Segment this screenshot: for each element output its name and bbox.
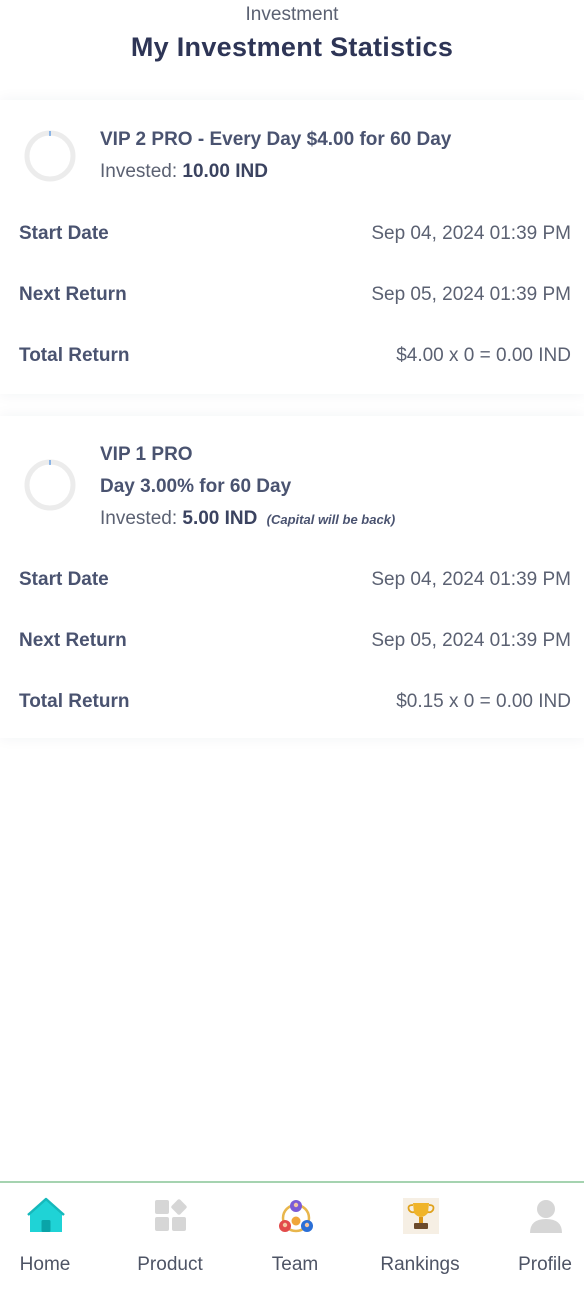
invested-info: Invested: 5.00 IND (Capital will be back…: [100, 508, 395, 530]
product-icon: [155, 1199, 187, 1231]
invested-amount: 10.00 IND: [182, 161, 268, 182]
nav-label: Product: [137, 1254, 203, 1275]
invested-label: Invested:: [100, 508, 178, 529]
page-header: Investment My Investment Statistics: [0, 0, 584, 100]
nav-team[interactable]: Team: [237, 1183, 353, 1289]
nav-label: Rankings: [380, 1254, 460, 1275]
team-icon: [279, 1200, 313, 1233]
trophy-icon: [403, 1198, 439, 1234]
total-return-label: Total Return: [19, 691, 130, 712]
nav-home[interactable]: Home: [0, 1183, 103, 1289]
progress-ring-icon: [24, 459, 76, 511]
page-subtitle: Investment: [245, 4, 339, 25]
plan-name: VIP 1 PRO: [100, 444, 193, 465]
start-date-value: Sep 04, 2024 01:39 PM: [371, 569, 571, 590]
capital-note: (Capital will be back): [266, 512, 396, 527]
invested-info: Invested: 10.00 IND: [100, 161, 268, 183]
investment-card: VIP 1 PRO Day 3.00% for 60 Day Invested:…: [0, 416, 584, 738]
investment-card: VIP 2 PRO - Every Day $4.00 for 60 Day I…: [0, 100, 584, 394]
nav-product[interactable]: Product: [112, 1183, 228, 1289]
invested-amount: 5.00 IND: [182, 508, 258, 529]
nav-label: Home: [19, 1254, 71, 1275]
home-icon: [27, 1197, 65, 1232]
start-date-label: Start Date: [19, 223, 109, 244]
progress-ring-icon: [24, 130, 76, 182]
start-date-label: Start Date: [19, 569, 109, 590]
nav-label: Profile: [518, 1254, 572, 1275]
page-title: My Investment Statistics: [130, 32, 454, 62]
next-return-label: Next Return: [19, 284, 127, 305]
bottom-nav: Home Product Team Rankings Profile: [0, 1181, 584, 1289]
total-return-label: Total Return: [19, 345, 130, 366]
plan-terms: Day 3.00% for 60 Day: [100, 476, 292, 497]
nav-profile[interactable]: Profile: [487, 1183, 584, 1289]
next-return-value: Sep 05, 2024 01:39 PM: [371, 630, 571, 651]
invested-label: Invested:: [100, 161, 178, 182]
next-return-label: Next Return: [19, 630, 127, 651]
next-return-value: Sep 05, 2024 01:39 PM: [371, 284, 571, 305]
total-return-value: $0.15 x 0 = 0.00 IND: [396, 691, 571, 712]
start-date-value: Sep 04, 2024 01:39 PM: [371, 223, 571, 244]
nav-rankings[interactable]: Rankings: [362, 1183, 478, 1289]
profile-icon: [530, 1200, 562, 1233]
nav-label: Team: [271, 1254, 319, 1275]
plan-name: VIP 2 PRO - Every Day $4.00 for 60 Day: [100, 129, 452, 150]
total-return-value: $4.00 x 0 = 0.00 IND: [396, 345, 571, 366]
